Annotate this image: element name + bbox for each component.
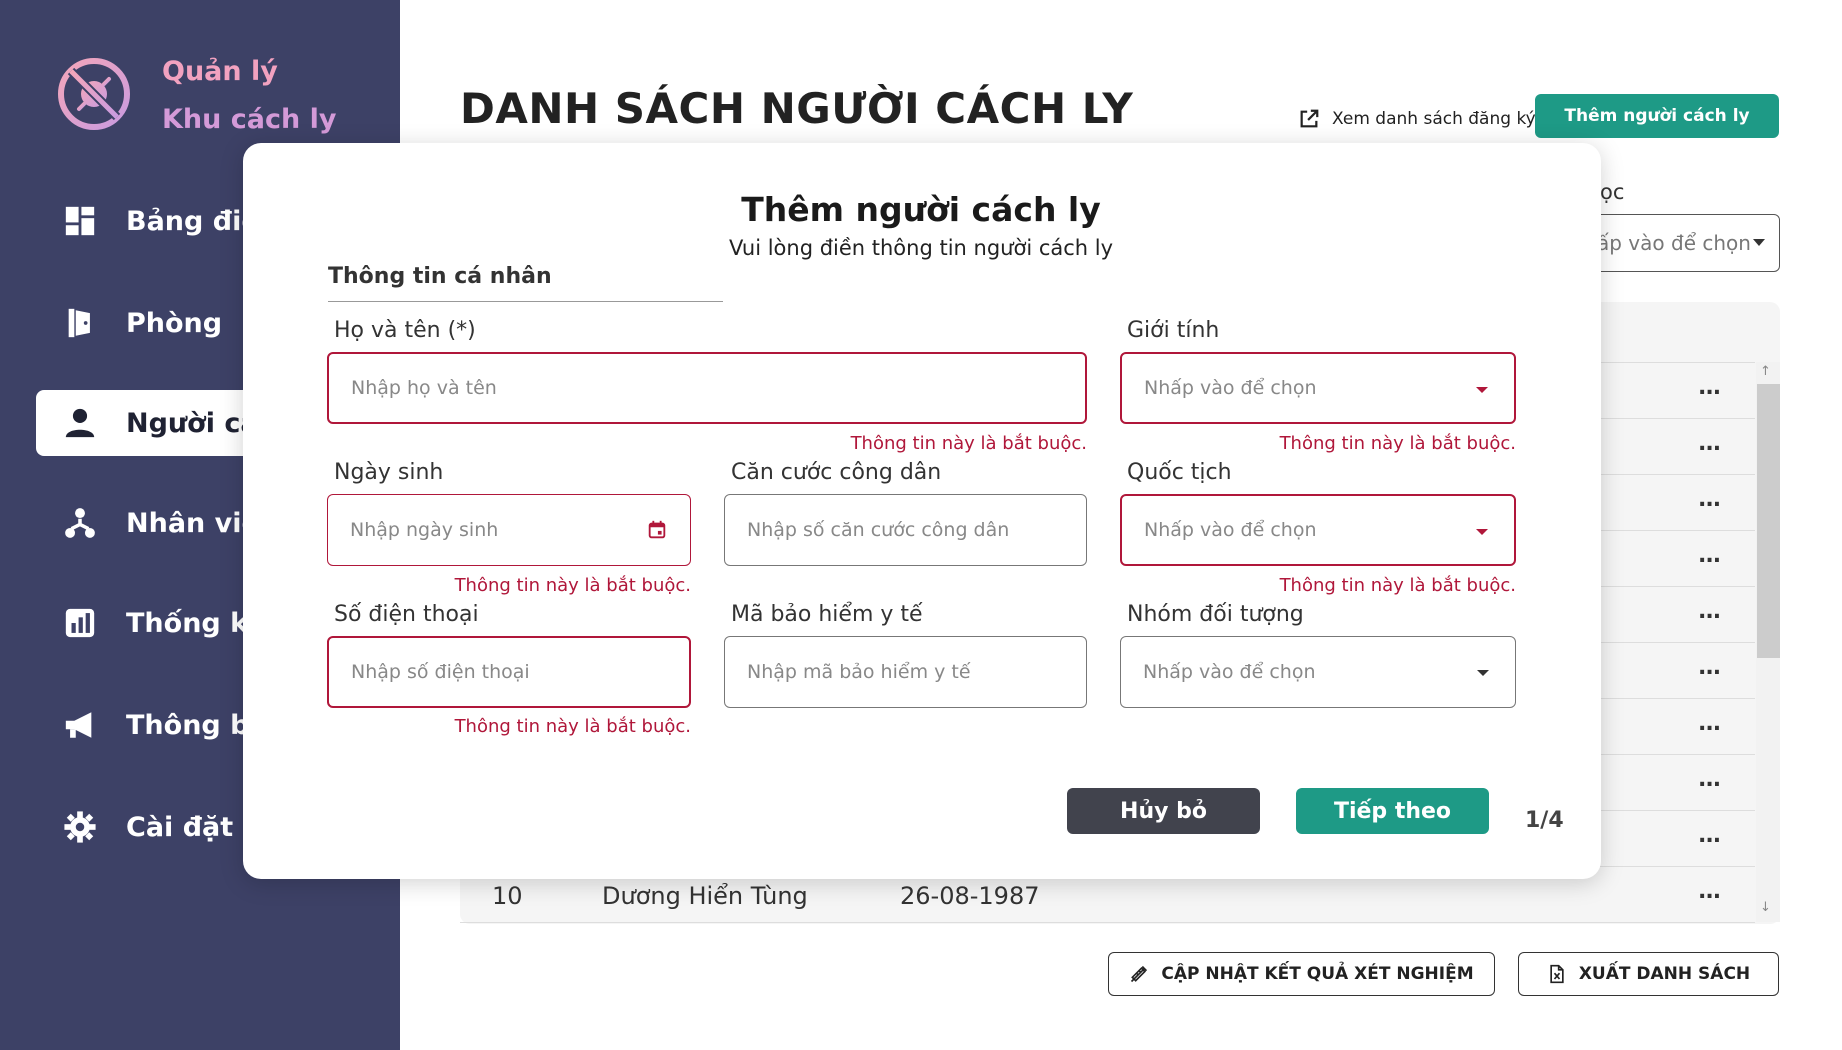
phone-error: Thông tin này là bắt buộc. [454,716,691,737]
step-indicator: 1/4 [1525,808,1564,833]
row-actions-icon[interactable]: ... [1698,881,1721,903]
insurance-input[interactable]: Nhập mã bảo hiểm y tế [724,636,1087,708]
export-list-label: XUẤT DANH SÁCH [1578,964,1751,984]
row-actions-icon[interactable]: ... [1698,489,1721,511]
modal-subtitle: Vui lòng điền thông tin người cách ly [728,236,1114,260]
view-registration-list-link[interactable]: Xem danh sách đăng ký [1298,108,1536,130]
row-actions-icon[interactable]: ... [1698,377,1721,399]
external-link-icon [1300,109,1319,128]
chevron-down-icon [1476,529,1488,535]
row-actions-icon[interactable]: ... [1698,601,1721,623]
id-card-label: Căn cước công dân [731,460,942,485]
dob-placeholder: Nhập ngày sinh [350,519,499,541]
scroll-up-arrow-icon[interactable]: ↑ [1760,364,1771,379]
nationality-label: Quốc tịch [1127,460,1232,485]
gender-placeholder: Nhấp vào để chọn [1144,377,1317,399]
scroll-down-arrow-icon[interactable]: ↓ [1760,900,1771,915]
table-row-divider [460,922,1755,923]
table-cell-name: Dương Hiển Tùng [602,882,808,910]
brand-line-1: Quản lý [162,56,278,87]
group-label: Nhóm đối tượng [1127,602,1304,627]
gender-select[interactable]: Nhấp vào để chọn [1120,352,1516,424]
cancel-button[interactable]: Hủy bỏ [1067,788,1260,834]
add-quarantined-button[interactable]: Thêm người cách ly [1535,94,1779,138]
nationality-placeholder: Nhấp vào để chọn [1144,519,1317,541]
table-scroll-thumb[interactable] [1757,384,1780,658]
view-registration-list-label: Xem danh sách đăng ký [1332,109,1536,129]
chart-icon [62,605,98,641]
insurance-label: Mã bảo hiểm y tế [731,602,923,627]
staff-icon [62,505,98,541]
export-list-button[interactable]: XUẤT DANH SÁCH [1518,952,1779,996]
fullname-input[interactable]: Nhập họ và tên [327,352,1087,424]
person-icon [62,405,98,441]
sidebar-item-label: Cài đặt [126,811,234,843]
group-select[interactable]: Nhấp vào để chọn [1120,636,1516,708]
fullname-error: Thông tin này là bắt buộc. [850,433,1087,454]
dob-input[interactable]: Nhập ngày sinh [327,494,691,566]
phone-placeholder: Nhập số điện thoại [351,661,530,683]
virus-prohibited-logo-icon [56,56,132,132]
excel-file-icon [1550,964,1564,984]
gear-icon [62,809,98,845]
update-test-results-button[interactable]: CẬP NHẬT KẾT QUẢ XÉT NGHIỆM [1108,952,1495,996]
modal-title: Thêm người cách ly [741,190,1101,229]
megaphone-icon [62,707,98,743]
nationality-error: Thông tin này là bắt buộc. [1279,575,1516,596]
dob-error: Thông tin này là bắt buộc. [454,575,691,596]
group-placeholder: Nhấp vào để chọn [1143,661,1316,683]
tab-personal-info[interactable]: Thông tin cá nhân [328,264,723,302]
table-cell-index: 10 [492,882,523,910]
brand-name: Quản lý Khu cách ly [162,48,336,144]
page-title: DANH SÁCH NGƯỜI CÁCH LY [460,84,1134,133]
phone-input[interactable]: Nhập số điện thoại [327,636,691,708]
id-card-input[interactable]: Nhập số căn cước công dân [724,494,1087,566]
row-actions-icon[interactable]: ... [1698,713,1721,735]
row-actions-icon[interactable]: ... [1698,657,1721,679]
calendar-icon[interactable] [646,519,668,541]
fullname-label: Họ và tên (*) [334,318,476,343]
dob-label: Ngày sinh [334,460,444,485]
update-test-results-label: CẬP NHẬT KẾT QUẢ XÉT NGHIỆM [1161,964,1474,984]
table-cell-dob: 26-08-1987 [900,882,1040,910]
row-actions-icon[interactable]: ... [1698,825,1721,847]
next-button[interactable]: Tiếp theo [1296,788,1489,834]
chevron-down-icon [1476,387,1488,393]
door-icon [62,305,98,341]
phone-label: Số điện thoại [334,602,479,627]
insurance-placeholder: Nhập mã bảo hiểm y tế [747,661,971,683]
sidebar-item-label: Phòng [126,307,223,339]
chevron-down-icon [1477,670,1489,676]
row-actions-icon[interactable]: ... [1698,545,1721,567]
brand-line-2: Khu cách ly [162,104,337,135]
syringe-icon [1131,965,1148,983]
row-actions-icon[interactable]: ... [1698,769,1721,791]
nationality-select[interactable]: Nhấp vào để chọn [1120,494,1516,566]
id-card-placeholder: Nhập số căn cước công dân [747,519,1010,541]
row-actions-icon[interactable]: ... [1698,433,1721,455]
fullname-placeholder: Nhập họ và tên [351,377,497,399]
gender-label: Giới tính [1127,318,1220,343]
gender-error: Thông tin này là bắt buộc. [1279,433,1516,454]
